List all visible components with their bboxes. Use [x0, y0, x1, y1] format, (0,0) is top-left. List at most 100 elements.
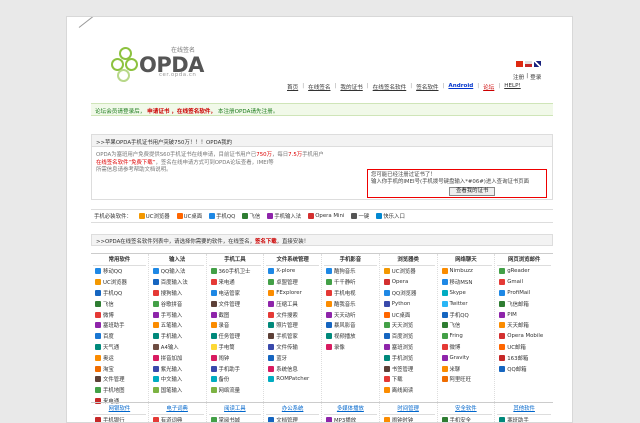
category-heading[interactable]: 常用软件	[93, 254, 146, 266]
software-item[interactable]: 压缩工具	[266, 298, 319, 309]
tool-item[interactable]: 手机输入法	[267, 212, 301, 220]
nav-link[interactable]: 在线签名软件	[373, 83, 407, 91]
software-item[interactable]: 天天动听	[324, 309, 377, 320]
tool-item[interactable]: 手机QQ	[209, 212, 235, 220]
category-heading[interactable]: 安全软件	[439, 403, 493, 415]
software-item[interactable]: 手机QQ	[93, 288, 146, 299]
category-heading[interactable]: 电子词典	[150, 403, 204, 415]
software-item[interactable]: Skype	[440, 288, 493, 299]
nav-link[interactable]: 签名软件	[416, 83, 438, 91]
software-item[interactable]: UC浏览器	[382, 266, 435, 277]
category-heading[interactable]: 阅读工具	[208, 403, 262, 415]
notice-download-link[interactable]: 在线签名软件“免费下载”	[96, 160, 156, 166]
software-item[interactable]: 有道词典	[151, 415, 204, 422]
category-heading[interactable]: 网络聊天	[439, 254, 493, 266]
software-item[interactable]: 塞班助手	[93, 320, 146, 331]
tool-item[interactable]: UC桌面	[176, 212, 202, 220]
category-heading[interactable]: 办公系统	[266, 403, 319, 415]
software-item[interactable]: 任务管理	[209, 331, 262, 342]
opda-logo[interactable]: OPDA 在线签名 cer.opda.cn	[111, 45, 221, 82]
software-item[interactable]: Opera	[382, 277, 435, 288]
software-item[interactable]: ProfiMail	[497, 288, 551, 299]
software-item[interactable]: 搜狗输入	[151, 288, 204, 299]
software-item[interactable]: Fring	[440, 331, 493, 342]
software-item[interactable]: 酷我音乐	[324, 298, 377, 309]
software-item[interactable]: 文件管理	[93, 374, 146, 385]
software-item[interactable]: 天气通	[93, 342, 146, 353]
software-item[interactable]: 手机安全	[440, 415, 493, 422]
software-item[interactable]: 百度	[93, 331, 146, 342]
software-item[interactable]: ROMPatcher	[266, 374, 319, 385]
software-item[interactable]: 五笔输入	[151, 320, 204, 331]
nav-link[interactable]: HELP!	[504, 83, 520, 91]
category-heading[interactable]: 网页浏览邮件	[497, 254, 551, 266]
software-item[interactable]: 米聊	[440, 363, 493, 374]
software-item[interactable]: 千千静听	[324, 277, 377, 288]
software-item[interactable]: 飞信	[440, 320, 493, 331]
software-item[interactable]: 文档管理	[266, 415, 319, 422]
software-item[interactable]: 塞班浏览	[382, 342, 435, 353]
china-flag-icon[interactable]	[516, 61, 523, 67]
software-item[interactable]: FExplorer	[266, 288, 319, 299]
software-item[interactable]: 奥运	[93, 352, 146, 363]
category-heading[interactable]: 网银软件	[93, 403, 146, 415]
nav-link[interactable]: 在线签名	[308, 83, 330, 91]
software-item[interactable]: 照片管理	[266, 320, 319, 331]
software-item[interactable]: 百度浏览	[382, 331, 435, 342]
software-item[interactable]: 天天浏览	[382, 320, 435, 331]
login-link[interactable]: 登录	[530, 73, 541, 81]
software-item[interactable]: 电话管家	[209, 288, 262, 299]
software-item[interactable]: PIM	[497, 309, 551, 320]
software-item[interactable]: 下载	[382, 374, 435, 385]
category-heading[interactable]: 文件系统管理	[266, 254, 319, 266]
software-item[interactable]: 掌阅书城	[209, 415, 262, 422]
software-item[interactable]: UC浏览器	[93, 277, 146, 288]
software-item[interactable]: X-plore	[266, 266, 319, 277]
software-item[interactable]: 闹钟时钟	[382, 415, 435, 422]
software-item[interactable]: 离线阅读	[382, 385, 435, 396]
software-item[interactable]: 微博	[93, 309, 146, 320]
software-item[interactable]: 手机地图	[93, 385, 146, 396]
software-item[interactable]: 手机浏览	[382, 352, 435, 363]
software-item[interactable]: 截图	[209, 309, 262, 320]
software-item[interactable]: 塞班助手	[497, 415, 551, 422]
software-item[interactable]: 文件搜索	[266, 309, 319, 320]
software-item[interactable]: 录音	[209, 320, 262, 331]
software-item[interactable]: 紫光输入	[151, 363, 204, 374]
tool-item[interactable]: 飞信	[242, 212, 260, 220]
software-item[interactable]: 移动QQ	[93, 266, 146, 277]
view-my-cert-button[interactable]: 查看我的证书	[449, 187, 496, 196]
tool-item[interactable]: 一键	[351, 212, 369, 220]
software-item[interactable]: 手电筒	[209, 342, 262, 353]
software-item[interactable]: Gravity	[440, 352, 493, 363]
software-item[interactable]: 系统信息	[266, 363, 319, 374]
uk-flag-icon[interactable]	[534, 61, 541, 67]
software-item[interactable]: QQ输入法	[151, 266, 204, 277]
software-item[interactable]: gReader	[497, 266, 551, 277]
software-item[interactable]: 手机管家	[266, 331, 319, 342]
software-item[interactable]: 163邮箱	[497, 352, 551, 363]
software-item[interactable]: 书签管理	[382, 363, 435, 374]
software-item[interactable]: Python	[382, 298, 435, 309]
category-heading[interactable]: 输入法	[150, 254, 204, 266]
tool-item[interactable]: 快乐入口	[376, 212, 405, 220]
software-item[interactable]: MP3播放	[324, 415, 377, 422]
category-heading[interactable]: 手机影音	[324, 254, 377, 266]
software-item[interactable]: 飞信邮箱	[497, 298, 551, 309]
nav-link[interactable]: 论坛	[483, 83, 494, 91]
software-item[interactable]: Opera Mobile	[497, 331, 551, 342]
greenbar-text-3[interactable]: ，在线签名软件，	[171, 109, 216, 115]
software-item[interactable]: 淘宝	[93, 363, 146, 374]
software-item[interactable]: 文件管理	[209, 298, 262, 309]
software-item[interactable]: 拼音加加	[151, 352, 204, 363]
software-item[interactable]: 卓盟管理	[266, 277, 319, 288]
software-item[interactable]: 阿里旺旺	[440, 374, 493, 385]
taiwan-flag-icon[interactable]	[525, 61, 532, 67]
software-item[interactable]: 文件传输	[266, 342, 319, 353]
software-item[interactable]: 来电通	[209, 277, 262, 288]
software-item[interactable]: 视频播放	[324, 331, 377, 342]
greenbar-text-4[interactable]: 本注册OPDA请先注册。	[218, 109, 279, 115]
software-item[interactable]: 飞信	[93, 298, 146, 309]
software-item[interactable]: 中文输入	[151, 374, 204, 385]
tool-item[interactable]: Opera Mini	[308, 213, 344, 219]
